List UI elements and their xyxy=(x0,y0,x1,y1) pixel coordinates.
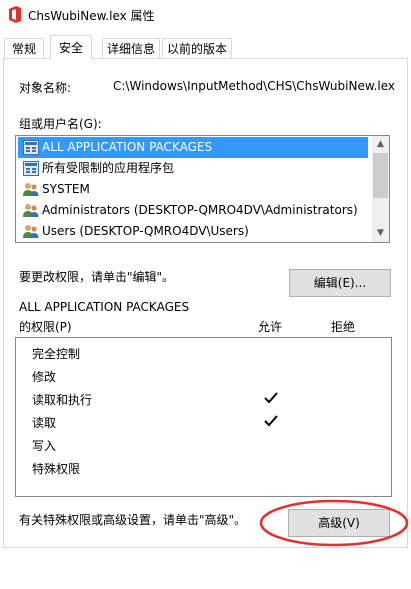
permission-row: 特殊权限 xyxy=(16,456,389,479)
permission-name: 写入 xyxy=(32,439,57,453)
scroll-down-icon[interactable]: ▼ xyxy=(372,225,389,242)
object-name-label: 对象名称: xyxy=(19,81,72,95)
users-icon xyxy=(23,204,39,217)
tab-previous-versions[interactable]: 以前的版本 xyxy=(162,38,232,59)
list-item-label: ALL APPLICATION PACKAGES xyxy=(42,140,213,154)
permission-name: 特殊权限 xyxy=(32,462,81,476)
list-item[interactable]: Users (DESKTOP-QMRO4DV\Users) xyxy=(18,221,368,242)
scroll-up-icon[interactable]: ▲ xyxy=(372,136,389,153)
tab-security[interactable]: 安全 xyxy=(50,35,92,60)
edit-button[interactable]: 编辑(E)... xyxy=(289,269,391,297)
title-bar[interactable]: ChsWubiNew.lex 属性 xyxy=(0,0,411,30)
app-package-icon xyxy=(23,140,39,155)
listbox-scrollbar[interactable]: ▲ ▼ xyxy=(372,136,389,242)
permissions-subject: ALL APPLICATION PACKAGES xyxy=(19,300,190,314)
object-name-value: C:\Windows\InputMethod\CHS\ChsWubiNew.le… xyxy=(113,79,395,93)
permission-name: 读取 xyxy=(32,416,57,430)
list-item-label: 所有受限制的应用程序包 xyxy=(42,161,175,175)
permission-name: 完全控制 xyxy=(32,347,81,361)
allow-header: 允许 xyxy=(258,320,283,334)
window-title: ChsWubiNew.lex 属性 xyxy=(28,9,155,23)
permission-row: 修改 xyxy=(16,364,389,387)
users-icon xyxy=(23,183,39,196)
list-item-label: Users (DESKTOP-QMRO4DV\Users) xyxy=(42,224,249,238)
app-package-icon xyxy=(23,161,39,176)
advanced-hint: 有关特殊权限或高级设置，请单击"高级"。 xyxy=(19,513,247,527)
permission-row: 读取和执行 xyxy=(16,387,389,410)
advanced-button[interactable]: 高级(V) xyxy=(288,509,390,537)
tab-details[interactable]: 详细信息 xyxy=(102,38,160,59)
permission-row: 写入 xyxy=(16,433,389,456)
groups-listbox[interactable]: ALL APPLICATION PACKAGES 所有受限制的应用程序包 SYS… xyxy=(15,135,390,243)
list-item[interactable]: 所有受限制的应用程序包 xyxy=(18,158,368,179)
edit-hint: 要更改权限，请单击"编辑"。 xyxy=(19,270,175,284)
deny-header: 拒绝 xyxy=(331,320,356,334)
scroll-thumb[interactable] xyxy=(373,153,388,198)
list-item-label: Administrators (DESKTOP-QMRO4DV\Administ… xyxy=(42,203,358,217)
permissions-label: 的权限(P) xyxy=(19,320,72,334)
permission-name: 修改 xyxy=(32,370,57,384)
checkmark-icon xyxy=(264,415,278,427)
tab-general[interactable]: 常规 xyxy=(4,38,44,59)
permission-row: 完全控制 xyxy=(16,341,389,364)
groups-label: 组或用户名(G): xyxy=(19,117,102,131)
checkmark-icon xyxy=(264,392,278,404)
tab-strip: 常规 安全 详细信息 以前的版本 xyxy=(0,35,411,60)
permissions-list: 完全控制 修改 读取和执行 读取 写入 特殊权限 xyxy=(15,337,392,497)
users-icon xyxy=(23,225,39,238)
office-file-icon xyxy=(9,6,21,23)
list-item-label: SYSTEM xyxy=(42,182,90,196)
properties-dialog: ChsWubiNew.lex 属性 常规 安全 详细信息 以前的版本 对象名称:… xyxy=(0,0,411,589)
list-item[interactable]: ALL APPLICATION PACKAGES xyxy=(18,137,368,158)
list-item[interactable]: SYSTEM xyxy=(18,179,368,200)
list-item[interactable]: Administrators (DESKTOP-QMRO4DV\Administ… xyxy=(18,200,368,221)
permission-row: 读取 xyxy=(16,410,389,433)
permission-name: 读取和执行 xyxy=(32,393,93,407)
